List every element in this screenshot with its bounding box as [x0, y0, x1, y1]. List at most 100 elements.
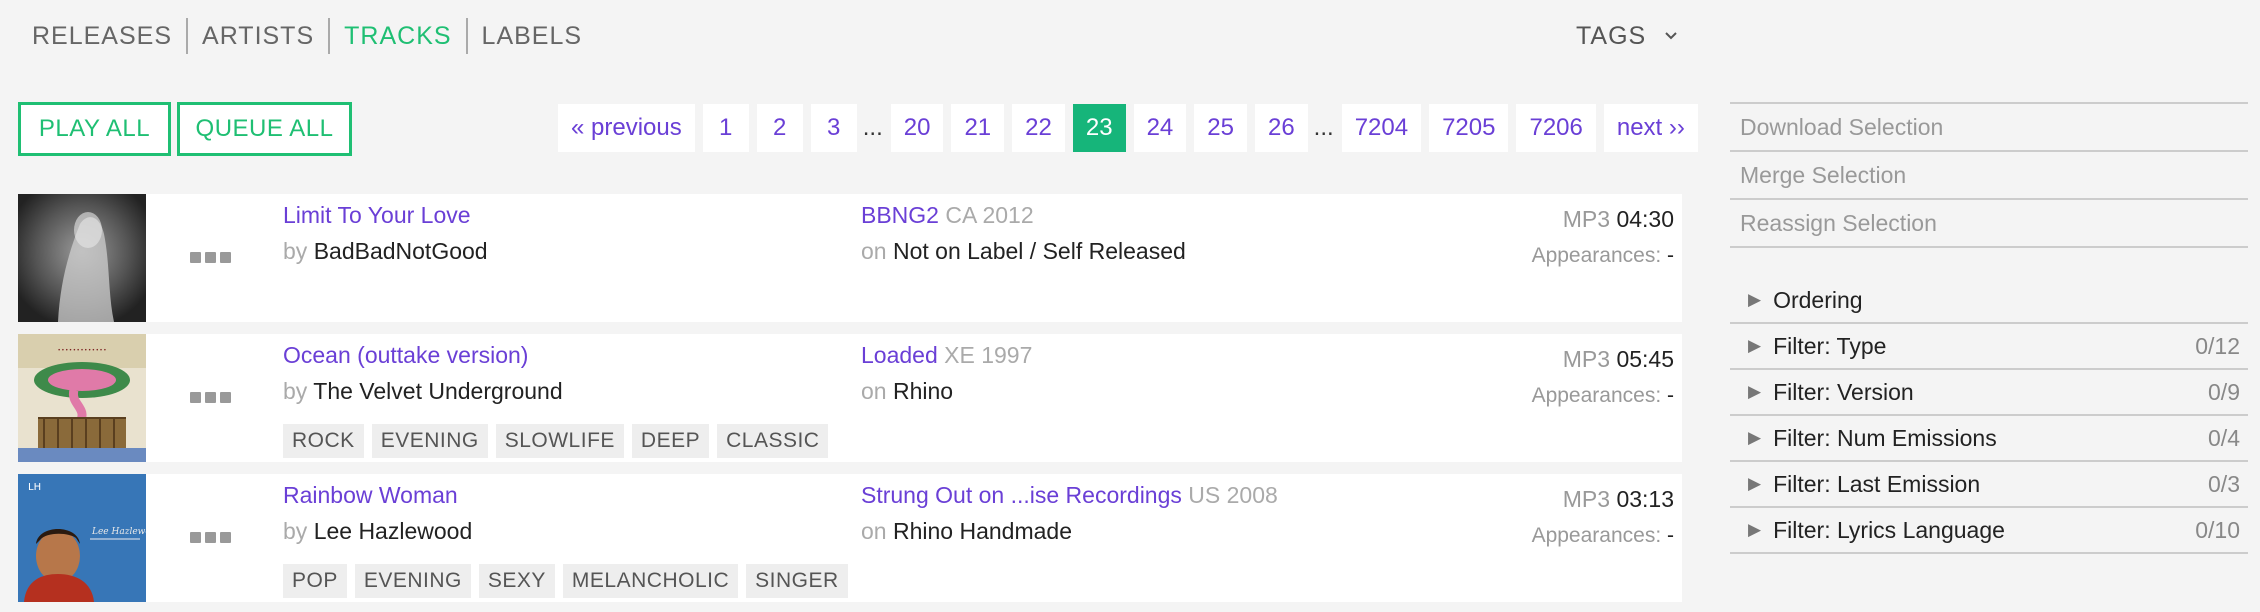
track-appearances: Appearances: - [1532, 244, 1674, 268]
filter-count: 0/4 [2208, 424, 2240, 451]
page-link[interactable]: 7206 [1516, 104, 1596, 152]
album-cover[interactable]: LH Lee Hazlewood [18, 474, 146, 602]
track-appearances: Appearances: - [1532, 524, 1674, 548]
main-nav: RELEASES ARTISTS TRACKS LABELS [32, 18, 596, 54]
more-dots-icon[interactable] [190, 532, 231, 543]
tags-label: TAGS [1576, 21, 1647, 50]
track-label[interactable]: Not on Label / Self Released [893, 238, 1186, 264]
track-duration: 05:45 [1616, 346, 1674, 372]
filter-num-emissions[interactable]: ▶ Filter: Num Emissions 0/4 [1730, 416, 2248, 462]
track-release-line: Strung Out on ...ise Recordings US 2008 [861, 482, 1278, 509]
page-ellipsis: ... [862, 114, 883, 141]
album-cover[interactable]: ············· [18, 334, 146, 462]
page-link[interactable]: 1 [702, 104, 749, 152]
tag-chip[interactable]: CLASSIC [717, 424, 829, 458]
filter-lyrics-language[interactable]: ▶ Filter: Lyrics Language 0/10 [1730, 508, 2248, 554]
track-label-line: on Not on Label / Self Released [861, 238, 1186, 265]
track-artist[interactable]: The Velvet Underground [313, 378, 562, 404]
filter-label: Filter: Last Emission [1773, 470, 1981, 497]
page-link[interactable]: 26 [1254, 104, 1308, 152]
page-link[interactable]: 25 [1194, 104, 1247, 152]
page-link[interactable]: 24 [1133, 104, 1187, 152]
track-label-line: on Rhino [861, 378, 953, 405]
track-title[interactable]: Limit To Your Love [283, 202, 471, 229]
tag-chip[interactable]: POP [283, 564, 347, 598]
page-link[interactable]: 20 [890, 104, 944, 152]
merge-selection-button[interactable]: Merge Selection [1730, 152, 2248, 200]
release-meta: CA 2012 [945, 202, 1034, 228]
page-next[interactable]: next ›› [1603, 104, 1698, 152]
more-dots-icon[interactable] [190, 252, 231, 263]
tags-dropdown[interactable]: TAGS [1576, 18, 1678, 54]
page-current: 23 [1072, 104, 1126, 152]
tag-chip[interactable]: SEXY [478, 564, 555, 598]
page-link[interactable]: 22 [1012, 104, 1065, 152]
filter-count: 0/10 [2195, 516, 2240, 543]
track-label[interactable]: Rhino Handmade [893, 518, 1072, 544]
track-artist[interactable]: Lee Hazlewood [314, 518, 473, 544]
track-format-duration: MP3 03:13 [1563, 486, 1674, 513]
triangle-right-icon: ▶ [1748, 336, 1762, 355]
album-cover[interactable] [18, 194, 146, 322]
track-title[interactable]: Ocean (outtake version) [283, 342, 528, 369]
page-previous[interactable]: « previous [558, 104, 695, 152]
tag-chip[interactable]: ROCK [283, 424, 364, 458]
appearances-value: - [1667, 384, 1674, 407]
tag-chip[interactable]: EVENING [354, 564, 471, 598]
filter-label: Filter: Type [1773, 332, 1887, 359]
filter-count: 0/9 [2208, 378, 2240, 405]
download-selection-button[interactable]: Download Selection [1730, 104, 2248, 152]
track-duration: 03:13 [1616, 486, 1674, 512]
by-prefix: by [283, 518, 308, 544]
track-release[interactable]: BBNG2 [861, 202, 939, 228]
reassign-selection-button[interactable]: Reassign Selection [1730, 200, 2248, 248]
track-artist-line: by The Velvet Underground [283, 378, 563, 405]
track-release[interactable]: Loaded [861, 342, 938, 368]
track-release[interactable]: Strung Out on ...ise Recordings [861, 482, 1182, 508]
page-link[interactable]: 7205 [1429, 104, 1509, 152]
filter-last-emission[interactable]: ▶ Filter: Last Emission 0/3 [1730, 462, 2248, 508]
track-release-line: BBNG2 CA 2012 [861, 202, 1034, 229]
track-label[interactable]: Rhino [893, 378, 953, 404]
tag-chip[interactable]: MELANCHOLIC [562, 564, 739, 598]
on-prefix: on [861, 378, 887, 404]
release-meta: XE 1997 [944, 342, 1033, 368]
page-ellipsis: ... [1313, 114, 1334, 141]
nav-artists[interactable]: ARTISTS [188, 18, 328, 54]
page-link[interactable]: 21 [951, 104, 1005, 152]
filter-type[interactable]: ▶ Filter: Type 0/12 [1730, 324, 2248, 370]
appearances-value: - [1667, 244, 1674, 267]
play-all-button[interactable]: PLAY ALL [18, 102, 171, 156]
filter-count: 0/12 [2195, 332, 2240, 359]
filter-version[interactable]: ▶ Filter: Version 0/9 [1730, 370, 2248, 416]
tag-chip[interactable]: SLOWLIFE [495, 424, 624, 458]
tag-chip[interactable]: EVENING [371, 424, 488, 458]
page-link[interactable]: 3 [810, 104, 857, 152]
queue-all-button[interactable]: QUEUE ALL [177, 102, 352, 156]
page-link[interactable]: 7204 [1341, 104, 1422, 152]
nav-releases[interactable]: RELEASES [32, 18, 186, 54]
on-prefix: on [861, 518, 887, 544]
by-prefix: by [283, 378, 308, 404]
filter-ordering[interactable]: ▶ Ordering [1730, 278, 2248, 324]
track-artist[interactable]: BadBadNotGood [314, 238, 488, 264]
tag-chip[interactable]: SINGER [746, 564, 848, 598]
track-row: Limit To Your Love by BadBadNotGood BBNG… [18, 194, 1682, 322]
appearances-label: Appearances: [1531, 384, 1662, 407]
nav-tracks[interactable]: TRACKS [330, 18, 465, 54]
track-duration: 04:30 [1616, 206, 1674, 232]
more-dots-icon[interactable] [190, 392, 231, 403]
chevron-down-icon [1665, 32, 1677, 40]
nav-labels[interactable]: LABELS [468, 18, 597, 54]
track-tags: POP EVENING SEXY MELANCHOLIC SINGER [283, 564, 848, 598]
track-release-line: Loaded XE 1997 [861, 342, 1032, 369]
on-prefix: on [861, 238, 887, 264]
svg-text:Lee Hazlewood: Lee Hazlewood [91, 527, 146, 537]
track-format: MP3 [1562, 206, 1611, 232]
tag-chip[interactable]: DEEP [631, 424, 710, 458]
triangle-right-icon: ▶ [1748, 520, 1762, 539]
filter-panel: ▶ Ordering ▶ Filter: Type 0/12 ▶ Filter: Ve… [1730, 278, 2248, 554]
page-link[interactable]: 2 [756, 104, 803, 152]
track-format: MP3 [1562, 486, 1611, 512]
track-title[interactable]: Rainbow Woman [283, 482, 458, 509]
